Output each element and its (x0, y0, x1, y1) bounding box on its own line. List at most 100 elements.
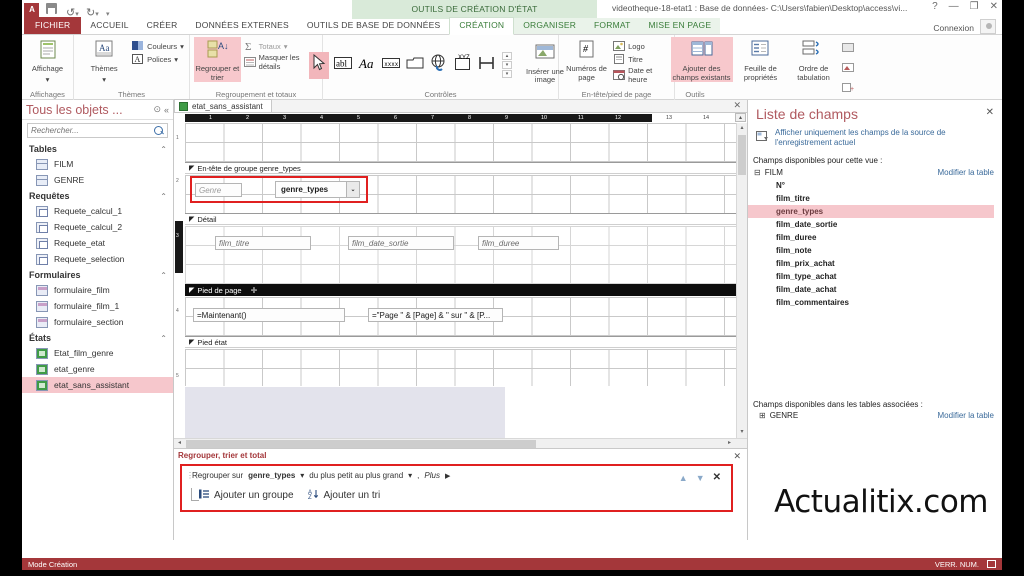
field-list-item-film-prix-achat[interactable]: film_prix_achat (748, 257, 1002, 270)
field-list-item-film-type-achat[interactable]: film_type_achat (748, 270, 1002, 283)
ajouter-champs-existants-button[interactable]: Ajouter des champs existants (670, 37, 733, 82)
tools-extra-icon-2[interactable] (841, 60, 855, 78)
field-list-item-film-duree[interactable]: film_duree (748, 231, 1002, 244)
section-header-report-footer[interactable]: ◤ Pied état (185, 336, 747, 348)
sidebar-item-genre[interactable]: GENRE (22, 172, 173, 188)
textbox-control-now[interactable]: =Maintenant() (193, 308, 345, 322)
select-arrow-icon[interactable] (309, 51, 329, 79)
button-icon[interactable]: xxxx (381, 55, 401, 76)
group-row-field[interactable]: genre_types (248, 471, 295, 480)
field-list-item-film-date-achat[interactable]: film_date_achat (748, 283, 1002, 296)
polices-button[interactable]: A Polices ▾ (132, 53, 184, 65)
ribbon-tab-strip[interactable]: FICHIER ACCUEIL CRÉER DONNÉES EXTERNES O… (22, 17, 1002, 35)
tab-fichier[interactable]: FICHIER (24, 17, 82, 34)
tab-donnees-externes[interactable]: DONNÉES EXTERNES (186, 18, 297, 34)
date-et-heure-button[interactable]: Date et heure (613, 66, 670, 84)
expander-icon[interactable]: ⊟ (754, 168, 761, 177)
field-list-item-n[interactable]: N° (748, 179, 1002, 192)
group-row-order[interactable]: du plus petit au plus grand (309, 471, 403, 480)
field-list-related-table-row[interactable]: ⊞ GENRE Modifier la table (753, 411, 994, 420)
modifier-la-table-link[interactable]: Modifier la table (938, 168, 994, 177)
label-icon[interactable]: Aa (357, 55, 377, 76)
tab-control-icon[interactable] (405, 55, 425, 76)
sidebar-item-film[interactable]: FILM (22, 156, 173, 172)
feuille-de-proprietes-button[interactable]: Feuille de propriétés (735, 37, 787, 82)
search-input[interactable] (27, 123, 168, 138)
close-button[interactable]: ✕ (990, 1, 998, 12)
tools-extra-icon-3[interactable]: + (841, 80, 855, 98)
tab-creer[interactable]: CRÉER (138, 18, 187, 34)
quick-access-toolbar[interactable]: A ↺▾ ↻▾ ▾ (24, 1, 119, 19)
document-tab-etat-sans-assistant[interactable]: etat_sans_assistant (174, 99, 272, 112)
collapse-icon[interactable]: « (164, 105, 169, 115)
numeros-de-page-button[interactable]: # Numéros de page (563, 37, 610, 82)
nav-group-formulaires[interactable]: Formulaires ⌃ (22, 267, 173, 282)
combobox-control-genre-types[interactable]: genre_types ⌄ (275, 181, 360, 198)
delete-icon[interactable]: ✕ (713, 472, 721, 483)
chevron-up-icon[interactable]: ⌃ (160, 271, 167, 280)
themes-caret-icon[interactable]: ▾ (102, 75, 106, 85)
save-icon[interactable] (46, 3, 59, 16)
redo-icon[interactable]: ↻▾ (86, 3, 99, 19)
scrollbar-thumb[interactable] (186, 440, 536, 448)
affichage-caret-icon[interactable]: ▾ (46, 75, 50, 85)
field-list-item-genre-types[interactable]: genre_types (748, 205, 994, 218)
expander-icon[interactable]: ⊞ (753, 411, 766, 420)
sidebar-item-etat-film-genre[interactable]: Etat_film_genre (22, 345, 173, 361)
textbox-control-film-titre[interactable]: film_titre (215, 236, 311, 250)
field-list-toggle-row[interactable]: Afficher uniquement les champs de la sou… (748, 126, 1002, 152)
move-down-icon[interactable]: ▼ (696, 473, 705, 483)
connexion-link[interactable]: Connexion (933, 23, 974, 33)
section-header-page-footer[interactable]: ◤ Pied de page ✛ (185, 284, 747, 296)
design-view-icon[interactable] (987, 560, 996, 568)
design-surface[interactable]: ◤ En-tête de groupe genre_types Genre ge… (185, 123, 747, 438)
customize-qat-icon[interactable]: ▾ (106, 3, 119, 18)
logo-button[interactable]: Logo (613, 40, 670, 52)
chevron-down-icon[interactable]: ▾ (300, 471, 304, 480)
group-sort-buttons[interactable]: Ajouter un groupe AZ Ajouter un tri (182, 480, 731, 503)
sidebar-item-etat-genre[interactable]: etat_genre (22, 361, 173, 377)
chevron-up-icon[interactable]: ⌃ (160, 192, 167, 201)
document-tab-bar[interactable]: etat_sans_assistant ✕ (174, 99, 747, 113)
ordre-de-tabulation-button[interactable]: Ordre de tabulation (789, 37, 839, 82)
sidebar-item-etat-sans-assistant[interactable]: etat_sans_assistant (22, 377, 173, 393)
hyperlink-icon[interactable] (429, 54, 449, 77)
textbox-icon[interactable]: abl (333, 55, 353, 76)
tab-format[interactable]: FORMAT (585, 18, 640, 34)
section-header-group[interactable]: ◤ En-tête de groupe genre_types (185, 162, 747, 174)
tab-outils-base-de-donnees[interactable]: OUTILS DE BASE DE DONNÉES (298, 18, 449, 34)
themes-button[interactable]: Aa Thèmes ▾ (79, 37, 129, 84)
sidebar-item-formulaire-film[interactable]: formulaire_film (22, 282, 173, 298)
field-list-item-film-commentaires[interactable]: film_commentaires (748, 296, 1002, 309)
masquer-details-button[interactable]: Masquer les détails (243, 53, 318, 71)
help-button[interactable]: ? (932, 1, 938, 12)
tools-extra-icon-1[interactable] (841, 40, 855, 58)
search-input-field[interactable] (31, 126, 164, 135)
sidebar-item-requete-etat[interactable]: Requete_etat (22, 235, 173, 251)
polices-caret-icon[interactable]: ▾ (174, 55, 178, 64)
group-row-genre-types[interactable]: ⋮⋮ Regrouper sur genre_types ▾ du plus p… (182, 466, 731, 480)
couleurs-caret-icon[interactable]: ▾ (180, 42, 184, 51)
minimize-button[interactable]: — (949, 1, 959, 12)
close-icon[interactable]: ✕ (733, 100, 741, 111)
scroll-right-button[interactable]: ▸ (724, 439, 735, 448)
nav-group-tables[interactable]: Tables ⌃ (22, 141, 173, 156)
ajouter-un-groupe-button[interactable]: Ajouter un groupe (198, 488, 294, 503)
user-account-icon[interactable] (980, 19, 996, 34)
section-header-detail[interactable]: ◤ Détail (185, 213, 747, 225)
group-row-more[interactable]: Plus (424, 471, 440, 480)
restore-button[interactable]: ❐ (970, 1, 979, 12)
dropdown-icon[interactable]: ⊙ (153, 104, 161, 115)
couleurs-button[interactable]: Couleurs ▾ (132, 40, 184, 52)
textbox-control-film-date-sortie[interactable]: film_date_sortie (348, 236, 454, 250)
chevron-up-icon[interactable]: ⌃ (160, 334, 167, 343)
nav-group-requetes[interactable]: Requêtes ⌃ (22, 188, 173, 203)
move-up-icon[interactable]: ▲ (679, 473, 688, 483)
chevron-right-icon[interactable]: ▶ (445, 472, 450, 480)
close-icon[interactable]: ✕ (733, 451, 741, 462)
modifier-la-table-link-related[interactable]: Modifier la table (938, 411, 994, 420)
field-list-table-row[interactable]: ⊟ FILM Modifier la table (748, 168, 1002, 177)
group-row-actions[interactable]: ▲ ▼ ✕ (679, 472, 721, 483)
window-controls[interactable]: ? — ❐ ✕ (932, 1, 998, 12)
field-list-toggle-link[interactable]: Afficher uniquement les champs de la sou… (775, 128, 994, 148)
